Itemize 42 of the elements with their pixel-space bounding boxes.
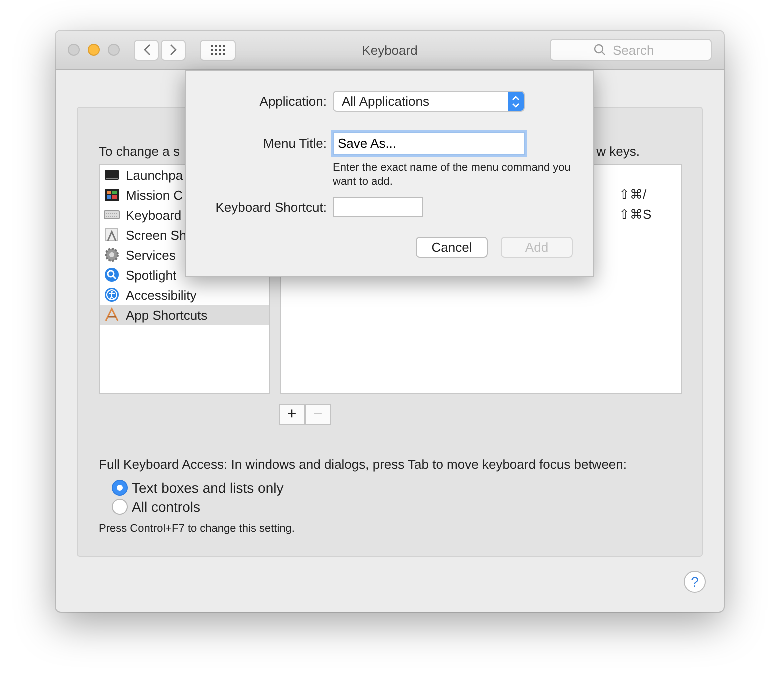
instruction-text: w keys.	[596, 144, 640, 159]
search-field[interactable]: Search	[550, 39, 712, 61]
show-all-button[interactable]	[200, 40, 236, 60]
shortcut-field[interactable]	[333, 197, 423, 217]
radio-label: All controls	[132, 499, 200, 515]
app-shortcuts-icon	[104, 307, 120, 323]
close-icon[interactable]	[68, 44, 80, 56]
shortcut-keys: ⇧⌘S	[619, 207, 681, 227]
radio-button[interactable]	[112, 499, 128, 515]
keyboard-access-label: Full Keyboard Access: In windows and dialogs, press Tab to move keyboard focus between:	[99, 457, 628, 472]
radio-button[interactable]	[112, 480, 128, 496]
search-icon	[594, 44, 606, 56]
note-text: Press Control+F7 to change this setting.	[99, 523, 296, 535]
stepper-arrows-icon	[512, 96, 520, 108]
spotlight-icon	[104, 267, 120, 283]
zoom-icon[interactable]	[108, 44, 120, 56]
launchpad-icon	[104, 167, 120, 183]
chevron-right-icon	[170, 44, 178, 56]
add-button[interactable]: +	[279, 404, 305, 425]
category-item[interactable]: Accessibility	[100, 285, 269, 305]
chevron-left-icon	[142, 44, 150, 56]
window-title: Keyboard	[362, 42, 418, 58]
cancel-button[interactable]: Cancel	[416, 237, 488, 258]
hint-text: Enter the exact name of the menu command you want to add.	[333, 161, 572, 189]
grid-icon	[211, 45, 225, 55]
shortcut-keys: ⇧⌘/	[619, 187, 681, 207]
application-popup[interactable]: All Applications	[333, 91, 525, 112]
accessibility-icon	[104, 287, 120, 303]
application-label: Application:	[258, 94, 327, 109]
category-item[interactable]: App Shortcuts	[100, 305, 269, 325]
services-icon	[104, 247, 120, 263]
radio-label: Text boxes and lists only	[132, 480, 284, 496]
minimize-icon[interactable]	[88, 44, 100, 56]
forward-button[interactable]	[161, 40, 186, 60]
menu-title-field[interactable]: Save As...	[333, 132, 525, 155]
screenshot-icon	[104, 227, 120, 243]
help-button[interactable]: ?	[684, 571, 706, 593]
menu-title-label: Menu Title:	[262, 136, 327, 151]
shortcut-label: Keyboard Shortcut:	[214, 200, 327, 214]
back-button[interactable]	[134, 40, 159, 60]
instruction-text: To change a s	[99, 144, 180, 159]
mission-control-icon	[104, 187, 120, 203]
